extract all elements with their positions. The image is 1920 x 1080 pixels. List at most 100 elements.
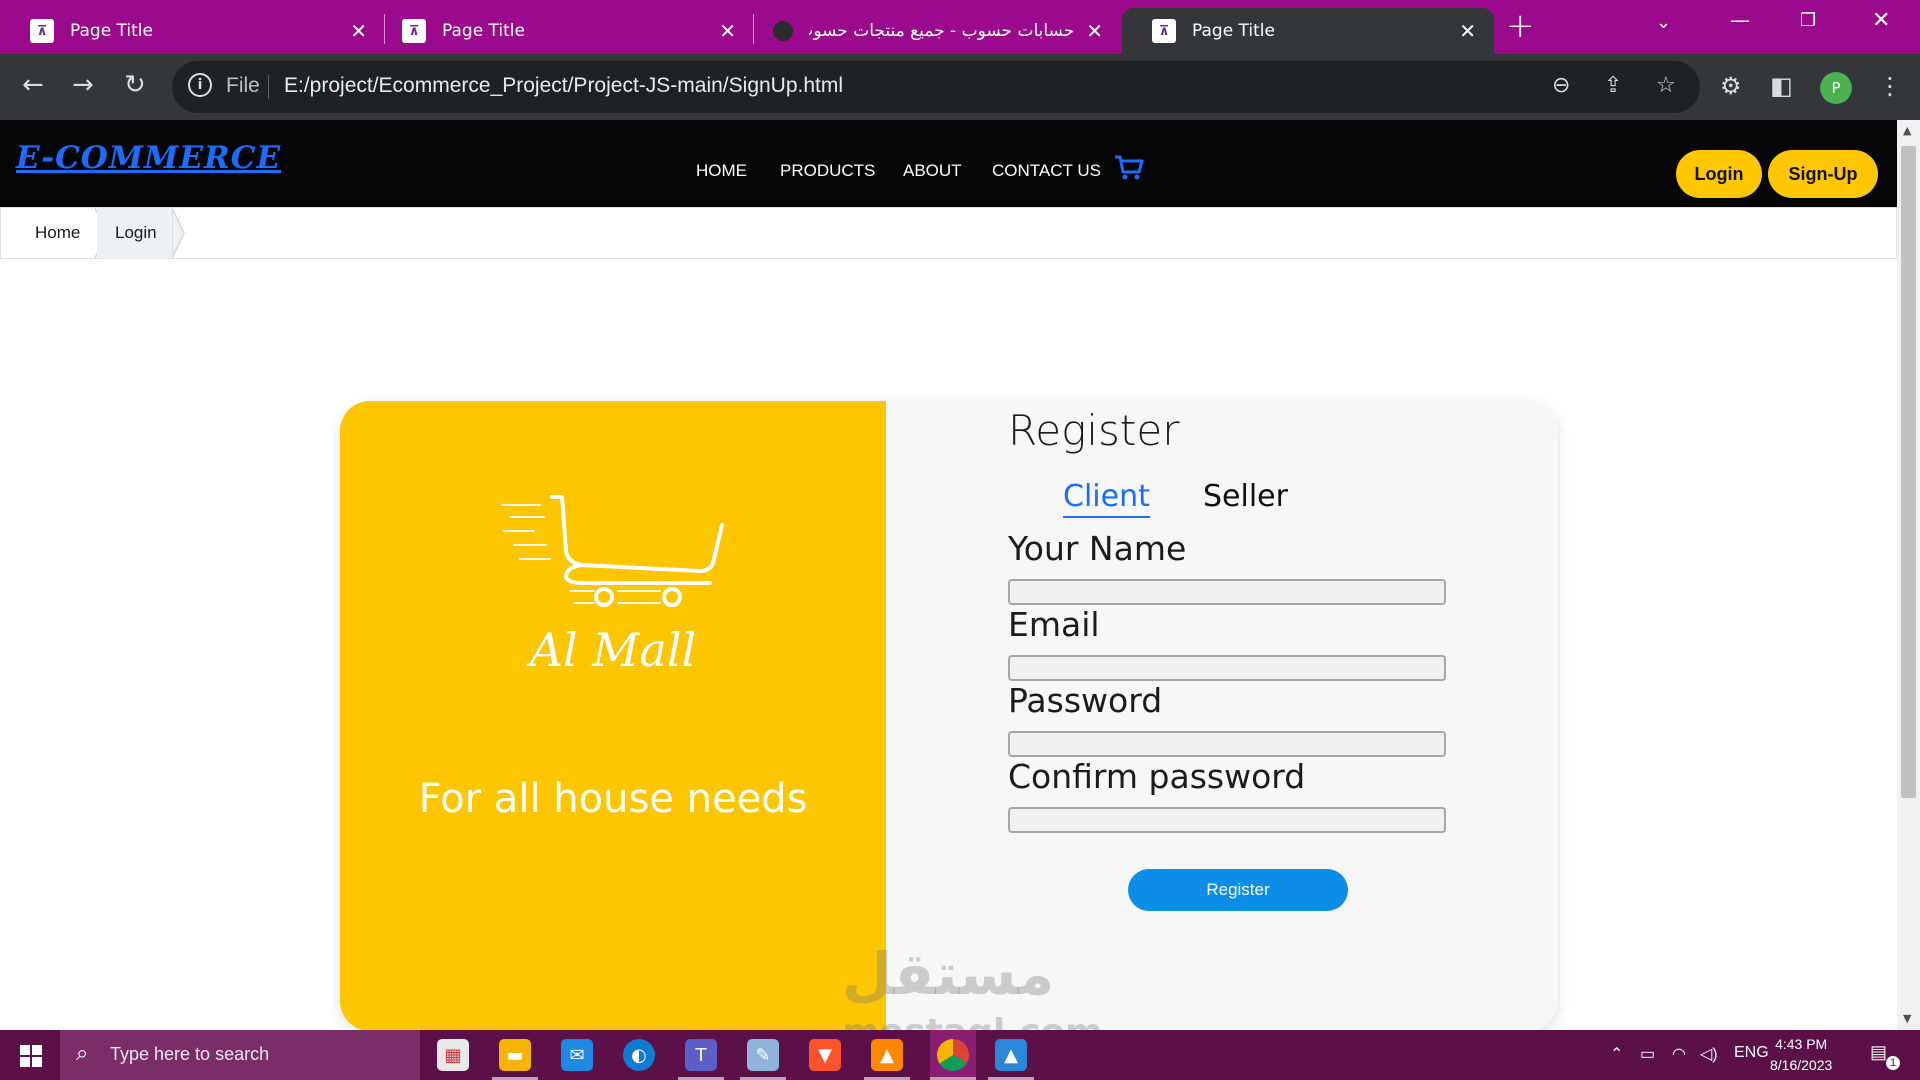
show-hidden-icons-icon[interactable]: ⌃	[1610, 1044, 1623, 1064]
search-icon: ⌕	[76, 1041, 89, 1066]
windows-taskbar: ⌕ Type here to search ▦ ▬ ✉ ◐ T ✎ ▼ ▲ ▲ …	[0, 1030, 1920, 1080]
side-panel-icon[interactable]: ◧	[1770, 72, 1793, 100]
browser-tab-bar: ⊼ Page Title ✕ ⊼ Page Title ✕ ● حسابات ح…	[0, 0, 1920, 54]
window-close-icon[interactable]: ✕	[1872, 8, 1890, 33]
name-label: Your Name	[1008, 529, 1187, 568]
breadcrumb: Home Login	[0, 207, 1897, 259]
scheme-label: File	[226, 74, 260, 97]
password-field[interactable]	[1008, 731, 1446, 757]
login-button[interactable]: Login	[1676, 150, 1762, 198]
restore-icon[interactable]: ❐	[1800, 10, 1816, 31]
hsoub-favicon-icon: ●	[773, 21, 793, 41]
register-button[interactable]: Register	[1128, 869, 1348, 911]
nav-products[interactable]: PRODUCTS	[780, 161, 875, 181]
brand-name: Al Mall	[529, 623, 697, 677]
nav-home[interactable]: HOME	[696, 161, 747, 181]
minimize-icon[interactable]: —	[1730, 8, 1750, 32]
breadcrumb-home[interactable]: Home	[35, 208, 80, 258]
reload-icon[interactable]: ↻	[124, 70, 146, 100]
more-menu-icon[interactable]: ⋮	[1878, 72, 1902, 100]
signup-button[interactable]: Sign-Up	[1768, 150, 1878, 198]
browser-tab[interactable]: ⊼ Page Title ✕	[372, 8, 754, 54]
mail-icon[interactable]: ✉	[561, 1039, 593, 1071]
notification-count: 1	[1886, 1056, 1900, 1070]
brand-panel: Al Mall For all house needs	[340, 401, 886, 1030]
chrome-icon	[937, 1039, 969, 1071]
shopping-cart-icon	[501, 495, 724, 607]
register-card: Al Mall For all house needs Register Cli…	[340, 401, 1558, 1030]
tab-search-chevron-icon[interactable]: ⌄	[1656, 12, 1671, 33]
store-icon[interactable]: ▦	[437, 1039, 469, 1071]
tab-title: Page Title	[442, 21, 525, 41]
tab-seller[interactable]: Seller	[1203, 479, 1288, 514]
confirm-password-field[interactable]	[1008, 807, 1446, 833]
password-label: Password	[1008, 681, 1163, 720]
close-tab-icon[interactable]: ✕	[350, 19, 367, 43]
name-field[interactable]	[1008, 579, 1446, 605]
url-text[interactable]: E:/project/Ecommerce_Project/Project-JS-…	[284, 74, 843, 98]
page-scrollbar[interactable]: ▲ ▼	[1897, 120, 1920, 1030]
nav-contact-us[interactable]: CONTACT US	[992, 161, 1101, 181]
close-tab-icon[interactable]: ✕	[1086, 19, 1103, 43]
photos-icon[interactable]: ▲	[995, 1039, 1027, 1071]
nav-about[interactable]: ABOUT	[903, 161, 962, 181]
tab-title: حسابات حسوب - جميع منتجات حسوب	[809, 21, 1075, 41]
battery-icon[interactable]: ▭	[1640, 1044, 1655, 1064]
vlc-icon[interactable]: ▲	[871, 1039, 903, 1071]
windows-start-icon[interactable]	[20, 1045, 42, 1067]
profile-avatar[interactable]: P	[1820, 72, 1852, 104]
volume-icon[interactable]: ◁)	[1700, 1044, 1718, 1064]
wifi-icon[interactable]: ◠	[1672, 1044, 1686, 1064]
close-tab-icon[interactable]: ✕	[719, 19, 736, 43]
edge-icon[interactable]: ◐	[623, 1039, 655, 1071]
tab-title: Page Title	[70, 21, 153, 41]
close-tab-icon[interactable]: ✕	[1459, 19, 1476, 43]
page-favicon-icon: ⊼	[1152, 19, 1176, 43]
page-favicon-icon: ⊼	[30, 19, 54, 43]
back-arrow-icon[interactable]: ←	[22, 70, 44, 100]
browser-tab-active[interactable]: ⊼ Page Title ✕	[1122, 8, 1494, 54]
register-title: Register	[1008, 406, 1180, 455]
new-tab-button[interactable]: +	[1506, 9, 1535, 43]
teams-icon[interactable]: T	[685, 1039, 717, 1071]
tab-client[interactable]: Client	[1063, 479, 1150, 518]
site-logo[interactable]: E-COMMERCE	[16, 140, 281, 176]
zoom-out-icon[interactable]: ⊖	[1552, 73, 1570, 98]
bookmark-star-icon[interactable]: ☆	[1656, 73, 1676, 98]
notepad-icon[interactable]: ✎	[747, 1039, 779, 1071]
scroll-down-icon[interactable]: ▼	[1903, 1012, 1911, 1025]
page-viewport: E-COMMERCE HOME PRODUCTS ABOUT CONTACT U…	[0, 120, 1897, 1030]
brave-icon[interactable]: ▼	[809, 1039, 841, 1071]
notification-icon[interactable]: ▤	[1870, 1042, 1887, 1063]
clock-date: 8/16/2023	[1770, 1057, 1833, 1073]
divider	[268, 75, 269, 99]
site-header: E-COMMERCE HOME PRODUCTS ABOUT CONTACT U…	[0, 120, 1897, 207]
address-bar[interactable]: i File E:/project/Ecommerce_Project/Proj…	[172, 61, 1700, 113]
breadcrumb-login[interactable]: Login	[97, 208, 173, 258]
confirm-password-label: Confirm password	[1008, 757, 1306, 796]
forward-arrow-icon[interactable]: →	[72, 70, 94, 100]
email-label: Email	[1008, 605, 1100, 644]
breadcrumb-chevron-icon	[172, 208, 185, 258]
site-info-icon[interactable]: i	[188, 73, 212, 97]
clock-time: 4:43 PM	[1775, 1036, 1828, 1052]
watermark: مستقل	[842, 940, 1055, 1008]
search-placeholder: Type here to search	[110, 1044, 270, 1064]
cart-icon[interactable]	[1114, 155, 1144, 181]
scroll-thumb[interactable]	[1901, 146, 1916, 798]
clock[interactable]: 4:43 PM 8/16/2023	[1770, 1034, 1832, 1076]
browser-toolbar: ← → ↻ i File E:/project/Ecommerce_Projec…	[0, 54, 1920, 120]
scroll-up-icon[interactable]: ▲	[1903, 124, 1911, 137]
brand-tagline: For all house needs	[418, 776, 808, 822]
email-field[interactable]	[1008, 655, 1446, 681]
language-indicator[interactable]: ENG	[1734, 1044, 1769, 1062]
browser-tab[interactable]: ⊼ Page Title ✕	[0, 8, 385, 54]
chrome-active-bg[interactable]	[930, 1030, 976, 1080]
share-icon[interactable]: ⇪	[1604, 73, 1622, 98]
file-explorer-icon[interactable]: ▬	[499, 1039, 531, 1071]
extensions-icon[interactable]: ⚙	[1720, 72, 1742, 100]
taskbar-search[interactable]: ⌕ Type here to search	[60, 1030, 420, 1080]
browser-tab[interactable]: ● حسابات حسوب - جميع منتجات حسوب ✕	[743, 8, 1121, 54]
tab-title: Page Title	[1192, 21, 1275, 41]
page-favicon-icon: ⊼	[402, 19, 426, 43]
